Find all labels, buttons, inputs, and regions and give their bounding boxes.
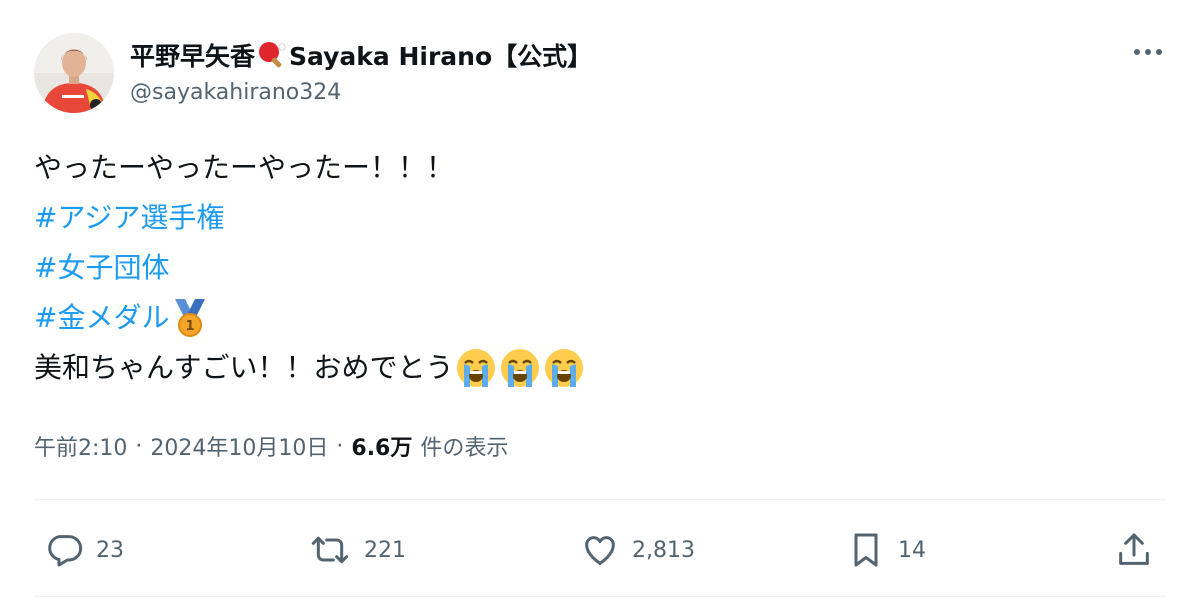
bookmark-icon: [854, 533, 878, 567]
author-display-name[interactable]: 平野早矢香: [130, 37, 255, 73]
hashtag-link[interactable]: #アジア選手権: [34, 193, 224, 243]
bookmark-count: 14: [898, 537, 926, 563]
divider: [34, 596, 1166, 597]
views-label[interactable]: 件の表示: [420, 430, 508, 462]
more-icon: [1134, 49, 1162, 55]
share-button[interactable]: [1114, 520, 1154, 580]
like-button[interactable]: 2,813: [580, 520, 695, 580]
reply-icon: [48, 535, 83, 567]
tweet-meta: 午前2:10 · 2024年10月10日 · 6.6万 件の表示: [34, 426, 508, 466]
medal-icon: 1: [171, 297, 209, 339]
action-bar: 23 221 2,813 14: [34, 520, 1166, 580]
author-handle[interactable]: @sayakahirano324: [130, 80, 341, 105]
hashtag-link[interactable]: #女子団体: [34, 243, 169, 293]
tweet-line: 美和ちゃんすごい！！おめでとう: [34, 351, 454, 384]
crying-face-icon: [499, 347, 541, 389]
tweet-text: やったーやったーやったー！！！ #アジア選手権 #女子団体 #金メダル 1 美和…: [34, 143, 585, 393]
separator: ·: [336, 433, 344, 459]
views-count[interactable]: 6.6万: [351, 430, 412, 462]
ping-pong-icon: [257, 40, 287, 70]
reply-button[interactable]: 23: [44, 520, 124, 580]
tweet-date[interactable]: 2024年10月10日: [150, 430, 328, 462]
share-icon: [1119, 533, 1149, 565]
repost-count: 221: [364, 537, 406, 563]
crying-face-icon: [543, 347, 585, 389]
heart-icon: [585, 536, 615, 565]
tweet-time[interactable]: 午前2:10: [34, 430, 127, 462]
more-options-button[interactable]: [1128, 38, 1168, 66]
repost-button[interactable]: 221: [308, 520, 406, 580]
author-name-row[interactable]: 平野早矢香 Sayaka Hirano【公式】: [130, 36, 592, 74]
tweet-line: やったーやったーやったー！！！: [34, 151, 455, 184]
avatar[interactable]: [34, 33, 114, 113]
divider: [34, 499, 1166, 500]
repost-icon: [311, 536, 349, 564]
like-count: 2,813: [632, 537, 695, 563]
hashtag-link[interactable]: #金メダル: [34, 293, 169, 343]
bookmark-button[interactable]: 14: [846, 520, 926, 580]
svg-text:1: 1: [186, 319, 195, 334]
author-name-suffix[interactable]: Sayaka Hirano【公式】: [289, 37, 592, 73]
reply-count: 23: [96, 537, 124, 563]
crying-face-icon: [455, 347, 497, 389]
separator: ·: [135, 433, 143, 459]
